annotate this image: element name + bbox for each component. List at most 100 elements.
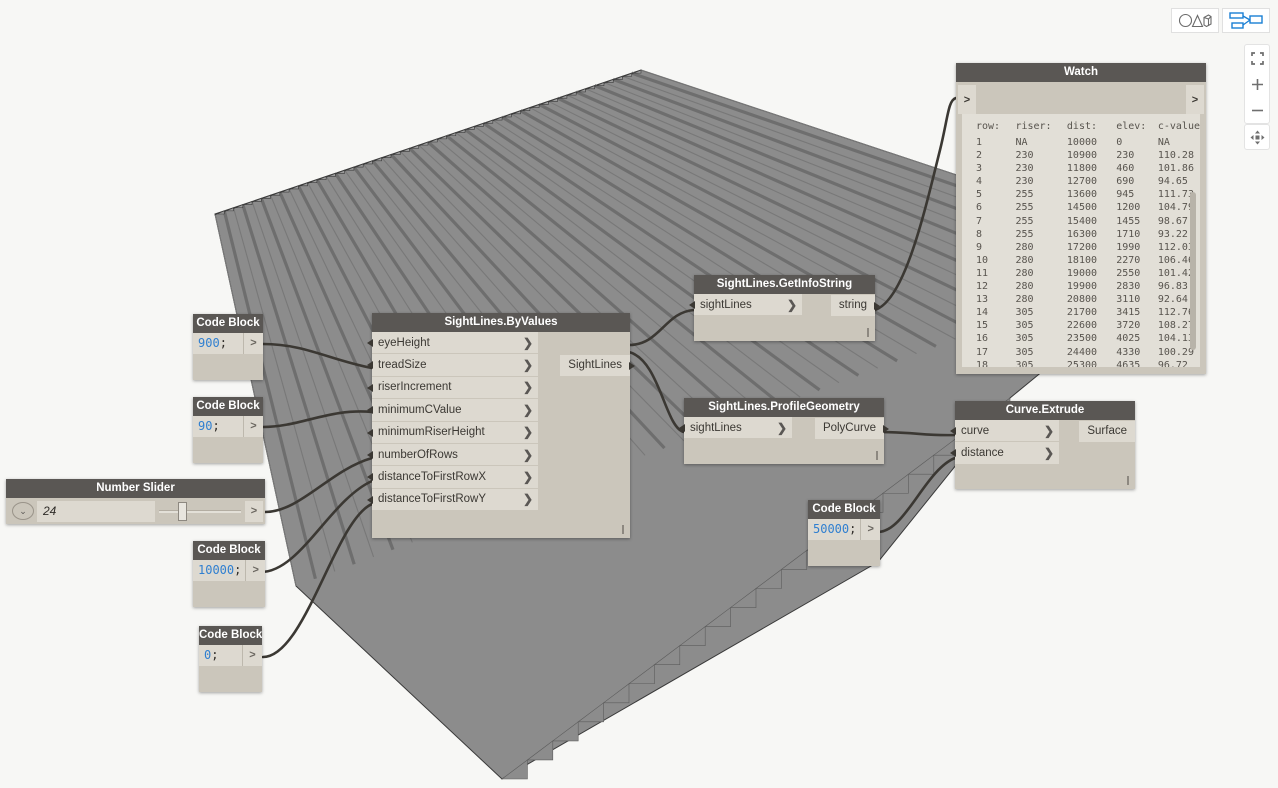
zoom-to-fit-button[interactable] bbox=[1244, 45, 1270, 71]
port-connector[interactable] bbox=[950, 427, 956, 435]
port-connector[interactable] bbox=[689, 301, 695, 309]
node-sightlines-byvalues[interactable]: SightLines.ByValues eyeHeight ❯ treadSize ❯… bbox=[367, 313, 635, 538]
watch-table-row: 3 230 11800 460 101.86 bbox=[976, 163, 1200, 176]
port-connector[interactable] bbox=[367, 361, 373, 370]
zoom-in-button[interactable] bbox=[1244, 71, 1270, 97]
output-port-polycurve[interactable]: PolyCurve bbox=[814, 418, 889, 439]
slider-handle[interactable] bbox=[177, 501, 187, 521]
code-block-0[interactable]: Code Block 0; > bbox=[199, 626, 262, 692]
input-port-row[interactable]: minimumRiserHeight ❯ bbox=[367, 421, 630, 444]
input-port-sightlines[interactable]: sightLines ❯ bbox=[679, 417, 792, 440]
input-port-eyeheight[interactable]: eyeHeight ❯ bbox=[367, 332, 538, 355]
input-port-row[interactable]: eyeHeight ❯ bbox=[367, 332, 630, 355]
zoom-toolbar[interactable] bbox=[1244, 44, 1270, 124]
input-port-distancetofirstrowx[interactable]: distanceToFirstRowX ❯ bbox=[367, 466, 538, 489]
geometry-view-button[interactable] bbox=[1171, 8, 1219, 33]
node-title: Watch bbox=[956, 63, 1206, 82]
input-port-row[interactable]: distanceToFirstRowX ❯ bbox=[367, 466, 630, 489]
input-port-minimumriserheight[interactable]: minimumRiserHeight ❯ bbox=[367, 421, 538, 444]
input-port-distance[interactable]: distance ❯ bbox=[950, 442, 1059, 465]
input-port-label: minimumCValue bbox=[378, 403, 462, 416]
watch-input-port[interactable]: > bbox=[958, 85, 976, 114]
code-block-text[interactable]: 50000; bbox=[808, 519, 861, 540]
node-sightlines-getinfostring[interactable]: SightLines.GetInfoString sightLines ❯ str… bbox=[689, 275, 880, 341]
node-watch[interactable]: Watch > > row: riser: dist: elev: c-value 1 NA… bbox=[956, 63, 1206, 374]
watch-table-row: 15 305 22600 3720 108.27 bbox=[976, 320, 1200, 333]
code-block-text[interactable]: 90; bbox=[193, 416, 243, 437]
pan-move-icon bbox=[1250, 130, 1264, 144]
input-port-riserincrement[interactable]: riserIncrement ❯ bbox=[367, 376, 538, 400]
code-block-90[interactable]: Code Block 90; > bbox=[193, 397, 263, 463]
watch-cell: NA bbox=[1015, 137, 1028, 148]
node-curve-extrude[interactable]: Curve.Extrude curve ❯ distance ❯ Surface bbox=[950, 401, 1135, 489]
port-connector[interactable] bbox=[367, 473, 373, 482]
node-resize-tick bbox=[1127, 476, 1129, 485]
output-port-string[interactable]: string bbox=[830, 295, 880, 316]
watch-table-row: 16 305 23500 4025 104.13 bbox=[976, 333, 1200, 346]
output-port[interactable]: > bbox=[245, 560, 265, 581]
output-port[interactable]: > bbox=[245, 500, 263, 522]
input-port-label: treadSize bbox=[378, 359, 427, 372]
port-connector[interactable] bbox=[367, 383, 373, 392]
watch-cell: 280 bbox=[1015, 281, 1034, 293]
input-port-label: numberOfRows bbox=[378, 448, 458, 461]
input-port-numberofrows[interactable]: numberOfRows ❯ bbox=[367, 443, 538, 467]
number-slider[interactable]: Number Slider ⌄ 24 > bbox=[6, 479, 265, 524]
port-connector[interactable] bbox=[367, 428, 373, 437]
zoom-out-button[interactable] bbox=[1244, 97, 1270, 123]
code-block-text[interactable]: 0; bbox=[199, 645, 242, 666]
watch-cell: 1200 bbox=[1116, 202, 1141, 214]
port-connector[interactable] bbox=[367, 495, 373, 504]
watch-cell: 255 bbox=[1015, 189, 1034, 201]
output-port-sightlines[interactable]: SightLines bbox=[560, 355, 635, 376]
input-port-distancetofirstrowy[interactable]: distanceToFirstRowY ❯ bbox=[367, 488, 538, 512]
watch-cell: 2550 bbox=[1116, 267, 1141, 279]
view-toggle-group[interactable] bbox=[1171, 8, 1270, 33]
chevron-right-icon: ❯ bbox=[522, 425, 533, 440]
code-block-50000[interactable]: Code Block 50000; > bbox=[808, 500, 880, 566]
slider-value[interactable]: 24 bbox=[37, 500, 155, 522]
watch-cell: 18 bbox=[976, 359, 989, 367]
chevron-down-icon[interactable]: ⌄ bbox=[12, 502, 34, 520]
input-port-curve[interactable]: curve ❯ bbox=[950, 420, 1059, 443]
input-port-sightlines[interactable]: sightLines ❯ bbox=[689, 294, 802, 317]
watch-cell: 1455 bbox=[1116, 215, 1141, 227]
input-port-row[interactable]: minimumCValue ❯ bbox=[367, 399, 630, 422]
watch-table-row: 17 305 24400 4330 100.29 bbox=[976, 347, 1200, 360]
input-port-treadsize[interactable]: treadSize ❯ bbox=[367, 354, 538, 377]
code-terminator: ; bbox=[212, 419, 220, 433]
input-port-row[interactable]: numberOfRows ❯ bbox=[367, 443, 630, 467]
watch-cell: 1990 bbox=[1116, 241, 1141, 253]
port-connector[interactable] bbox=[950, 449, 956, 458]
input-port-minimumcvalue[interactable]: minimumCValue ❯ bbox=[367, 399, 538, 422]
port-connector[interactable] bbox=[367, 339, 373, 347]
port-connector[interactable] bbox=[367, 406, 373, 415]
output-port[interactable]: > bbox=[242, 645, 262, 666]
port-connector[interactable] bbox=[367, 450, 373, 459]
watch-output-table[interactable]: row: riser: dist: elev: c-value 1 NA 10000 0 NA 2 2… bbox=[962, 114, 1200, 367]
watch-cell: 18100 bbox=[1066, 254, 1098, 266]
input-port-label: distanceToFirstRowY bbox=[378, 493, 487, 506]
slider-track[interactable] bbox=[159, 501, 241, 522]
code-block-10000[interactable]: Code Block 10000; > bbox=[193, 541, 265, 607]
node-sightlines-profilegeometry[interactable]: SightLines.ProfileGeometry sightLines ❯ P… bbox=[679, 398, 889, 464]
watch-cell: 17200 bbox=[1066, 241, 1098, 253]
input-port-row[interactable]: riserIncrement ❯ bbox=[367, 376, 630, 400]
code-block-text[interactable]: 900; bbox=[193, 333, 243, 354]
watch-cell: 5 bbox=[976, 189, 983, 201]
graph-view-button[interactable] bbox=[1222, 8, 1270, 33]
code-block-text[interactable]: 10000; bbox=[193, 560, 246, 581]
watch-cell: 19900 bbox=[1066, 281, 1098, 293]
output-port-surface[interactable]: Surface bbox=[1079, 421, 1135, 442]
output-port[interactable]: > bbox=[243, 416, 263, 437]
port-connector[interactable] bbox=[679, 424, 685, 432]
watch-table-row: 18 305 25300 4635 96.72 bbox=[976, 360, 1200, 367]
input-port-row[interactable]: distanceToFirstRowY ❯ bbox=[367, 488, 630, 512]
watch-output-port[interactable]: > bbox=[1186, 85, 1204, 114]
code-block-900[interactable]: Code Block 900; > bbox=[193, 314, 263, 380]
output-port[interactable]: > bbox=[860, 519, 880, 540]
input-port-row[interactable]: distance ❯ bbox=[950, 442, 1135, 465]
watch-scrollbar[interactable] bbox=[1190, 192, 1196, 350]
pan-button[interactable] bbox=[1244, 124, 1270, 150]
output-port[interactable]: > bbox=[243, 333, 263, 354]
